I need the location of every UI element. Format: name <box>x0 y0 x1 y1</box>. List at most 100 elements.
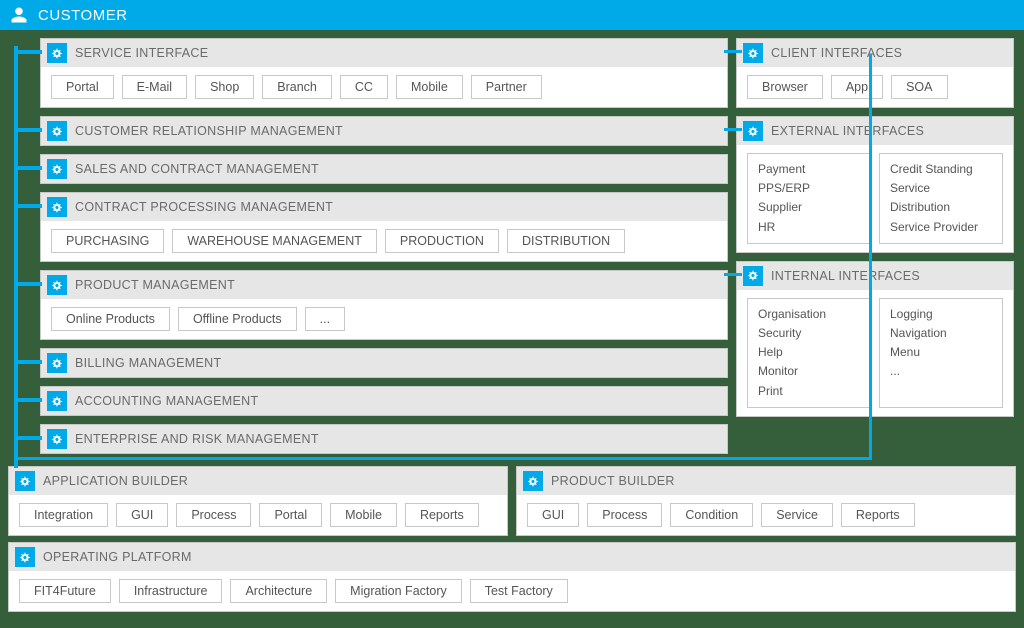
left-panel-1: CUSTOMER RELATIONSHIP MANAGEMENT <box>40 116 728 146</box>
chip[interactable]: Portal <box>259 503 322 527</box>
tree-branch-right <box>724 50 742 53</box>
module-icon <box>47 391 67 411</box>
gear-icon <box>523 471 543 491</box>
chip[interactable]: GUI <box>116 503 168 527</box>
chip[interactable]: PRODUCTION <box>385 229 499 253</box>
tree-bottom <box>14 457 872 460</box>
chip[interactable]: Shop <box>195 75 254 99</box>
operating-platform-panel: OPERATING PLATFORM FIT4FutureInfrastruct… <box>8 542 1016 612</box>
person-icon <box>10 6 28 24</box>
chip[interactable]: Partner <box>471 75 542 99</box>
right-column: CLIENT INTERFACES Browser App SOA EXTERNAL… <box>736 38 1016 462</box>
right-panel-1: EXTERNAL INTERFACES PaymentPPS/ERPSuppli… <box>736 116 1014 253</box>
chip[interactable]: Portal <box>51 75 114 99</box>
chip[interactable]: Offline Products <box>178 307 297 331</box>
chip[interactable]: Browser <box>747 75 823 99</box>
col-item: PPS/ERP <box>758 179 860 198</box>
application-builder-panel: APPLICATION BUILDER Integration GUI Proces… <box>8 466 508 536</box>
panel-header: BILLING MANAGEMENT <box>41 349 727 377</box>
tree-branch <box>14 50 42 54</box>
col-item: Payment <box>758 160 860 179</box>
tree-trunk <box>14 46 18 468</box>
col-item: Organisation <box>758 305 860 324</box>
panel-header: PRODUCT BUILDER <box>517 467 1015 495</box>
col-item: Supplier <box>758 198 860 217</box>
panel-title: EXTERNAL INTERFACES <box>771 124 924 138</box>
chip[interactable]: E-Mail <box>122 75 187 99</box>
customer-title: CUSTOMER <box>38 7 128 24</box>
panel-header: SERVICE INTERFACE <box>41 39 727 67</box>
chip[interactable]: WAREHOUSE MANAGEMENT <box>172 229 377 253</box>
col-item: Distribution <box>890 198 992 217</box>
panel-title: BILLING MANAGEMENT <box>75 356 221 370</box>
panel-title: ACCOUNTING MANAGEMENT <box>75 394 258 408</box>
module-icon <box>47 121 67 141</box>
left-panel-7: ENTERPRISE AND RISK MANAGEMENT <box>40 424 728 454</box>
col-item: Service <box>890 179 992 198</box>
left-panel-5: BILLING MANAGEMENT <box>40 348 728 378</box>
tree-right-vertical <box>869 54 872 460</box>
chip[interactable]: FIT4Future <box>19 579 111 603</box>
panel-header: APPLICATION BUILDER <box>9 467 507 495</box>
col-box: LoggingNavigationMenu... <box>879 298 1003 408</box>
chip[interactable]: Online Products <box>51 307 170 331</box>
panel-header: ACCOUNTING MANAGEMENT <box>41 387 727 415</box>
module-icon <box>47 353 67 373</box>
panel-title: PRODUCT BUILDER <box>551 474 675 488</box>
tree-branch <box>14 128 42 132</box>
chip[interactable]: Integration <box>19 503 108 527</box>
tree-branch <box>14 166 42 170</box>
panel-title: CLIENT INTERFACES <box>771 46 902 60</box>
panel-title: ENTERPRISE AND RISK MANAGEMENT <box>75 432 319 446</box>
chip[interactable]: SOA <box>891 75 947 99</box>
panel-body: OrganisationSecurityHelpMonitorPrintLogg… <box>737 290 1013 416</box>
panel-header: SALES AND CONTRACT MANAGEMENT <box>41 155 727 183</box>
chip[interactable]: Process <box>176 503 251 527</box>
module-icon <box>47 275 67 295</box>
col-box: Credit StandingServiceDistributionServic… <box>879 153 1003 244</box>
panel-header: ENTERPRISE AND RISK MANAGEMENT <box>41 425 727 453</box>
col-item: Logging <box>890 305 992 324</box>
puzzle-icon <box>743 43 763 63</box>
chip[interactable]: Architecture <box>230 579 327 603</box>
chip[interactable]: Infrastructure <box>119 579 223 603</box>
chip[interactable]: CC <box>340 75 388 99</box>
tree-branch <box>14 204 42 208</box>
right-panel-0: CLIENT INTERFACES Browser App SOA <box>736 38 1014 108</box>
col-item: Navigation <box>890 324 992 343</box>
chip[interactable]: Reports <box>841 503 915 527</box>
left-panel-0: SERVICE INTERFACE Portal E-Mail Shop Branch… <box>40 38 728 108</box>
panel-body: Browser App SOA <box>737 67 1013 107</box>
tree-branch <box>14 282 42 286</box>
chip[interactable]: Test Factory <box>470 579 568 603</box>
chip[interactable]: App <box>831 75 883 99</box>
chip[interactable]: Branch <box>262 75 332 99</box>
chip[interactable]: ... <box>305 307 345 331</box>
chip[interactable]: Condition <box>670 503 753 527</box>
chip[interactable]: Mobile <box>330 503 397 527</box>
left-panel-4: PRODUCT MANAGEMENT Online ProductsOfflin… <box>40 270 728 340</box>
chip[interactable]: Process <box>587 503 662 527</box>
panel-header: CLIENT INTERFACES <box>737 39 1013 67</box>
tree-branch <box>14 436 42 440</box>
product-builder-panel: PRODUCT BUILDER GUI Process Condition Servi… <box>516 466 1016 536</box>
panel-title: INTERNAL INTERFACES <box>771 269 920 283</box>
panel-header: CONTRACT PROCESSING MANAGEMENT <box>41 193 727 221</box>
col-item: Credit Standing <box>890 160 992 179</box>
chip[interactable]: DISTRIBUTION <box>507 229 625 253</box>
chip[interactable]: GUI <box>527 503 579 527</box>
chip[interactable]: Reports <box>405 503 479 527</box>
col-item: Security <box>758 324 860 343</box>
module-icon <box>47 159 67 179</box>
col-item: HR <box>758 218 860 237</box>
chip[interactable]: Service <box>761 503 833 527</box>
panel-header: INTERNAL INTERFACES <box>737 262 1013 290</box>
panel-title: APPLICATION BUILDER <box>43 474 188 488</box>
chip[interactable]: Mobile <box>396 75 463 99</box>
chip[interactable]: Migration Factory <box>335 579 462 603</box>
col-item: Monitor <box>758 362 860 381</box>
tree-branch <box>14 360 42 364</box>
right-panel-2: INTERNAL INTERFACES OrganisationSecurity… <box>736 261 1014 417</box>
chip[interactable]: PURCHASING <box>51 229 164 253</box>
puzzle-icon <box>743 121 763 141</box>
